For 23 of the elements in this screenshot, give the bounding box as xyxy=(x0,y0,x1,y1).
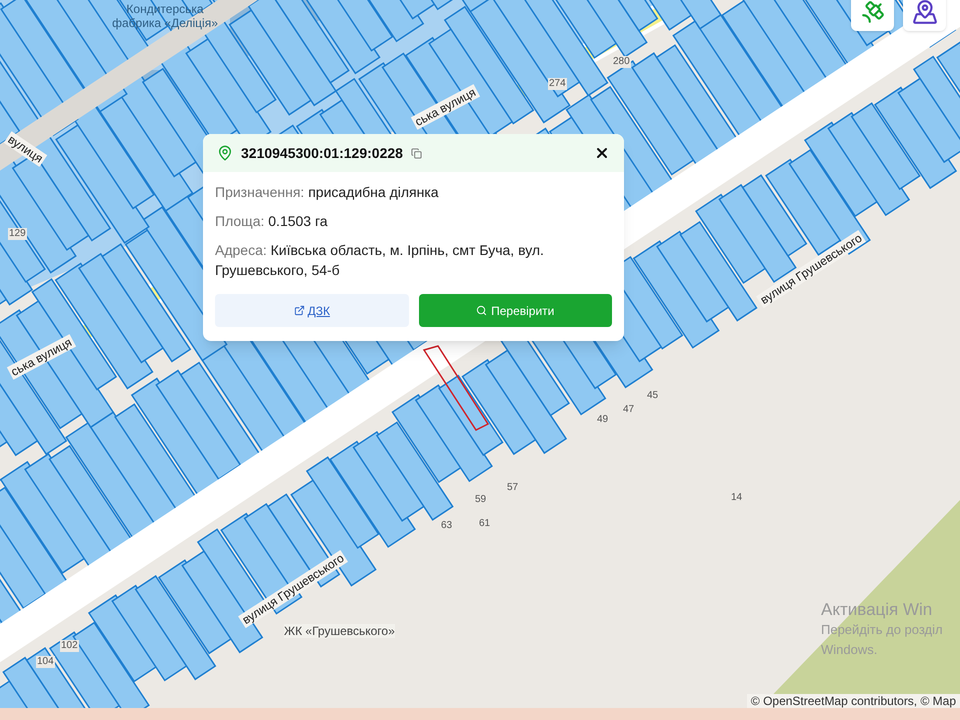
location-pin-icon xyxy=(217,145,233,161)
cadastral-number: 3210945300:01:129:0228 xyxy=(241,144,403,162)
parcel-field: Площа: 0.1503 га xyxy=(215,211,612,231)
map-pin-icon xyxy=(912,0,938,25)
copy-icon[interactable] xyxy=(410,148,422,158)
parcel-field: Адреса: Київська область, м. Ірпінь, смт Буча, вул. Грушевського, 54-б xyxy=(215,240,612,280)
parcel-field: Призначення: присадибна ділянка xyxy=(215,182,612,202)
house-number: 280 xyxy=(612,56,631,68)
close-icon[interactable] xyxy=(594,145,610,161)
check-button[interactable]: Перевірити xyxy=(418,294,612,327)
dzk-link-button[interactable]: ДЗК xyxy=(215,294,408,327)
satellite-icon xyxy=(860,0,886,25)
external-link-icon xyxy=(294,305,305,316)
house-number: 104 xyxy=(36,656,55,668)
house-number: 102 xyxy=(60,640,79,652)
house-number: 129 xyxy=(8,228,27,240)
activation-text: Windows. xyxy=(821,641,878,659)
satellite-view-button[interactable] xyxy=(851,0,894,31)
map-view-button[interactable] xyxy=(903,0,946,31)
house-number: 274 xyxy=(548,78,567,90)
place-label: ЖК «Грушевського» xyxy=(284,624,395,638)
search-icon xyxy=(476,305,488,316)
map-attribution: © OpenStreetMap contributors, © Map xyxy=(746,694,960,708)
